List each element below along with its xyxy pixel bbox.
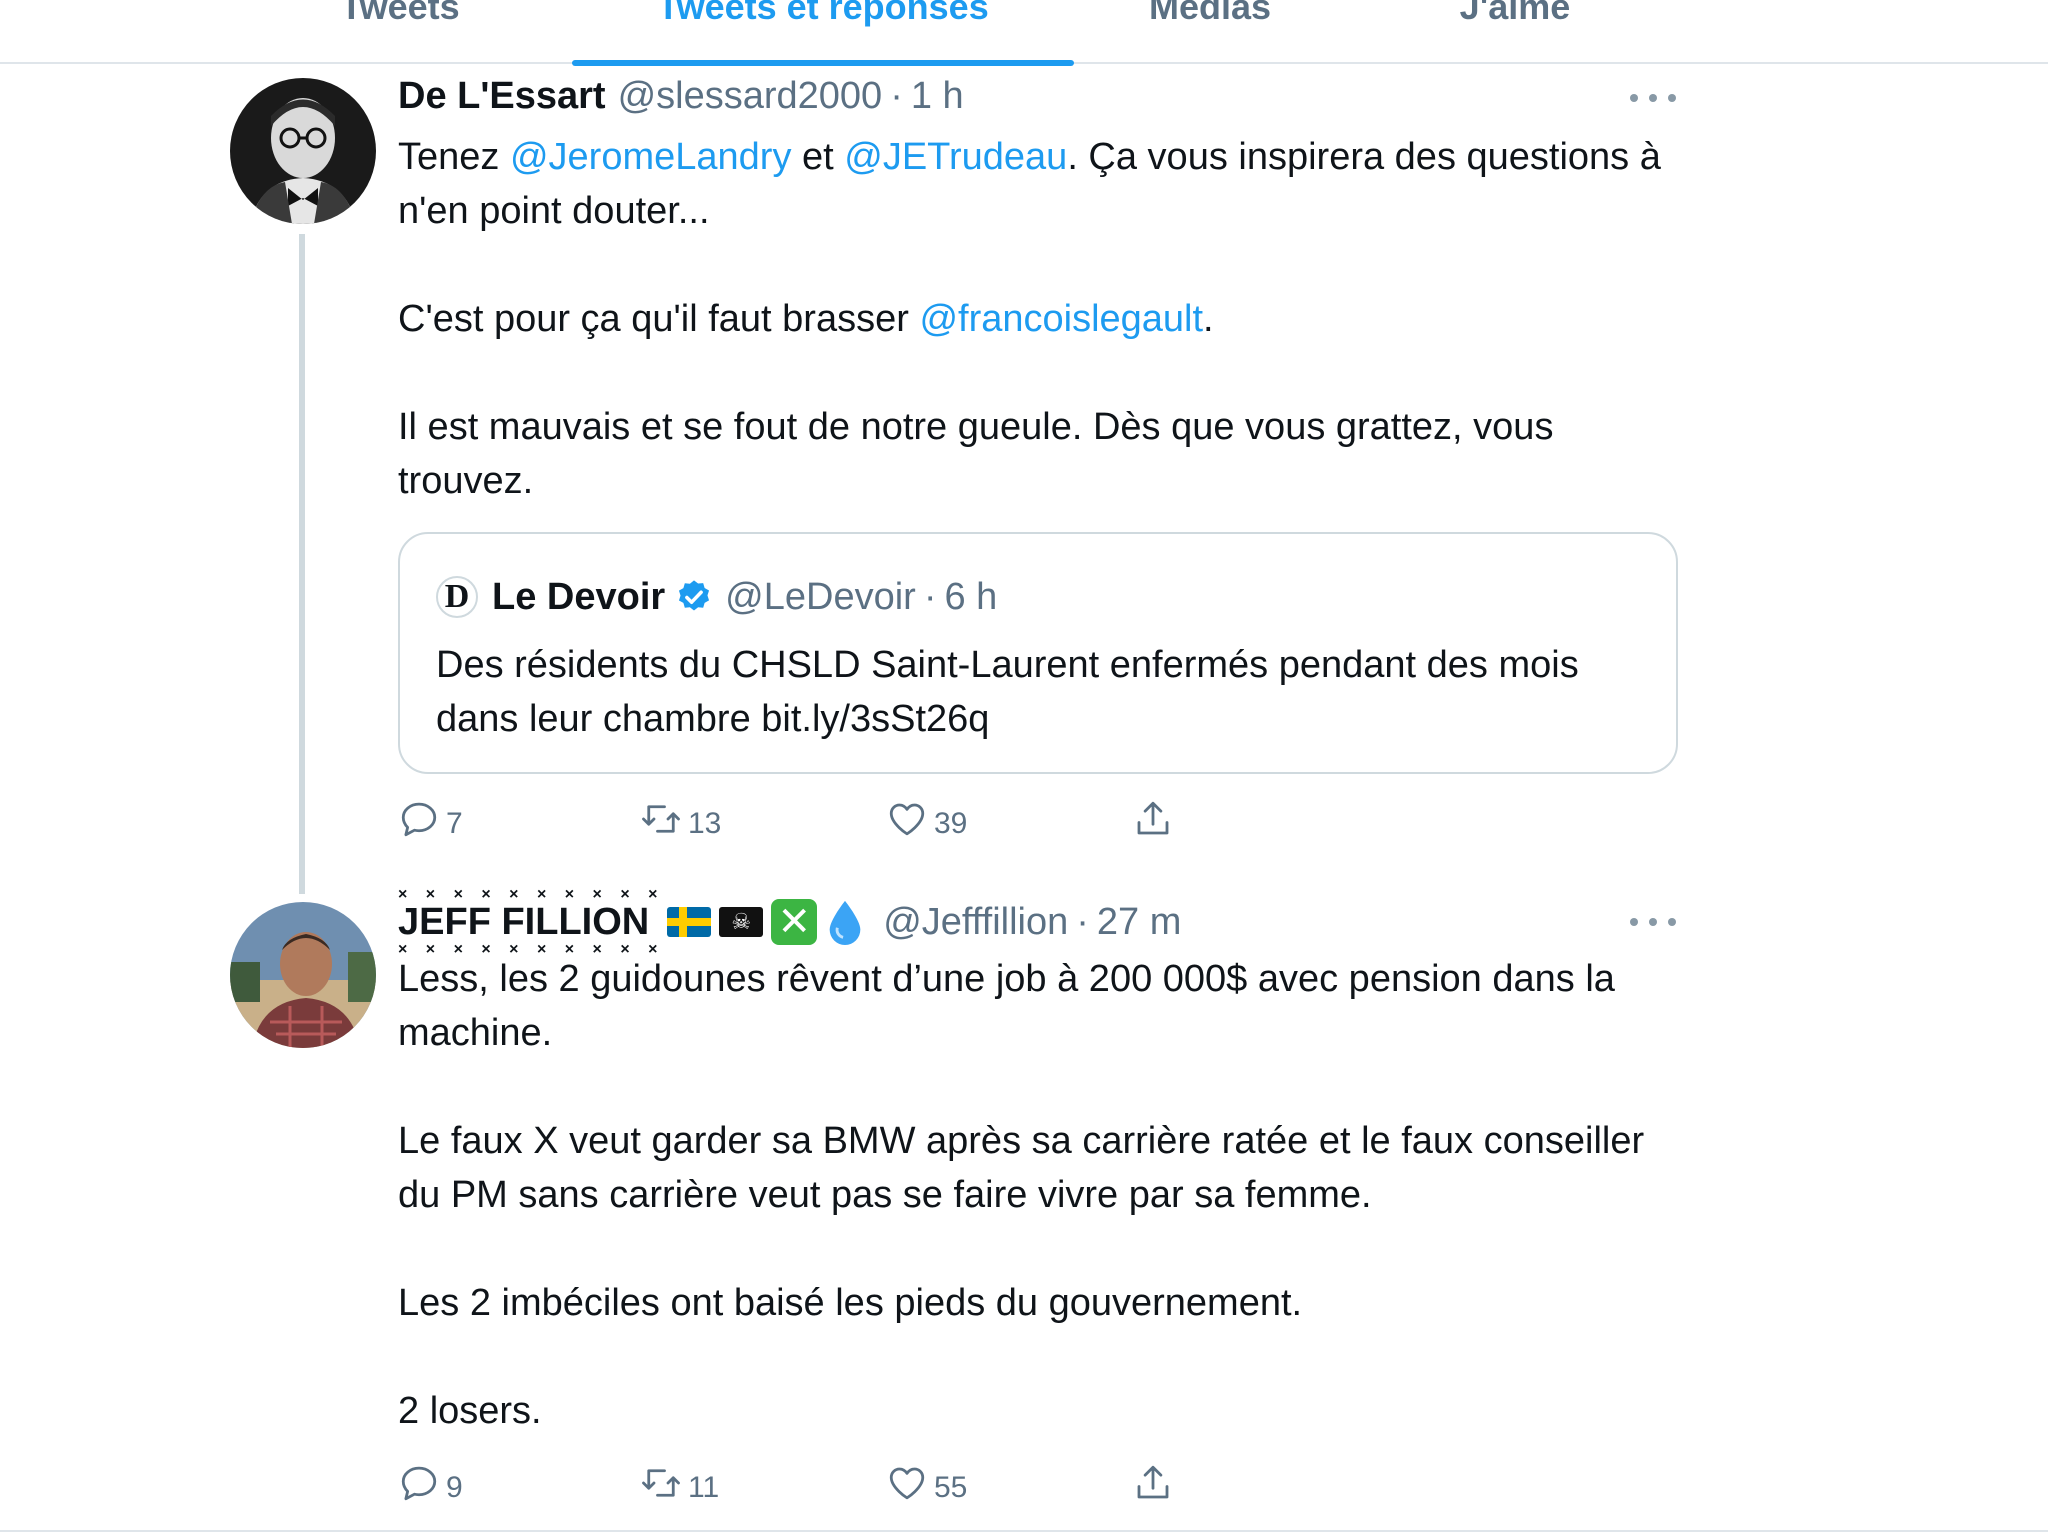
quoted-author-handle: @LeDevoir bbox=[725, 575, 916, 618]
avatar[interactable] bbox=[230, 78, 376, 224]
tweet-paragraph: Il est mauvais et se fout de notre gueul… bbox=[398, 406, 1554, 502]
quoted-tweet-header: D Le Devoir @LeDevoir · 6 h bbox=[436, 570, 997, 624]
reply-count: 9 bbox=[446, 1471, 463, 1504]
author-handle[interactable]: @Jefffillion bbox=[883, 901, 1068, 944]
reply-icon bbox=[401, 802, 437, 837]
heart-icon bbox=[889, 1467, 925, 1500]
mention-link[interactable]: @francoislegault bbox=[919, 298, 1203, 340]
cross-mark-button-icon: ✕ bbox=[771, 899, 818, 945]
heart-icon bbox=[889, 803, 925, 836]
le-devoir-logo-icon: D bbox=[436, 576, 478, 618]
share-icon bbox=[1137, 1465, 1169, 1499]
pirate-flag-icon: ☠ bbox=[719, 907, 764, 937]
author-name[interactable]: × × × × × × × × × × JEFF FILLION × × × ×… bbox=[398, 886, 657, 957]
quoted-author-name: Le Devoir bbox=[492, 575, 666, 618]
mention-link[interactable]: @JeromeLandry bbox=[510, 136, 791, 178]
droplet-icon bbox=[825, 899, 865, 945]
separator: · bbox=[1076, 900, 1089, 943]
reply-button[interactable]: 7 bbox=[398, 794, 463, 844]
reply-button[interactable]: 9 bbox=[398, 1458, 463, 1508]
like-count: 39 bbox=[934, 807, 968, 840]
tweet-paragraph: Tenez @JeromeLandry et @JETrudeau. Ça vo… bbox=[398, 136, 1661, 232]
like-count: 55 bbox=[934, 1471, 968, 1504]
quoted-tweet-text: Des résidents du CHSLD Saint-Laurent enf… bbox=[436, 644, 1579, 740]
more-options-icon[interactable] bbox=[1630, 83, 1676, 113]
avatar-portrait-image bbox=[230, 78, 376, 224]
bottom-divider bbox=[0, 1530, 2048, 1532]
quoted-timestamp: 6 h bbox=[944, 575, 998, 618]
mention-link[interactable]: @JETrudeau bbox=[844, 136, 1067, 178]
like-button[interactable]: 39 bbox=[886, 794, 967, 844]
timestamp[interactable]: 27 m bbox=[1097, 901, 1181, 944]
separator: · bbox=[890, 74, 903, 117]
like-button[interactable]: 55 bbox=[886, 1458, 967, 1508]
tweet-paragraph: Les 2 imbéciles ont baisé les pieds du g… bbox=[398, 1282, 1303, 1324]
share-icon bbox=[1137, 801, 1169, 835]
retweet-count: 13 bbox=[688, 807, 722, 840]
tweet-paragraph: Le faux X veut garder sa BMW après sa ca… bbox=[398, 1120, 1645, 1216]
tweet-paragraph: C'est pour ça qu'il faut brasser @franco… bbox=[398, 298, 1214, 340]
author-handle[interactable]: @slessard2000 bbox=[618, 75, 883, 118]
retweet-icon bbox=[642, 805, 680, 833]
verified-badge-icon bbox=[679, 580, 710, 611]
thread-connector bbox=[299, 234, 305, 894]
sweden-flag-icon bbox=[667, 907, 712, 937]
avatar-photo-image bbox=[230, 902, 376, 1048]
tweet-header: De L'Essart @slessard2000 · 1 h bbox=[398, 68, 964, 124]
profile-timeline: Tweets Tweets et réponses Médias J'aime bbox=[0, 0, 2048, 1536]
tweet[interactable]: × × × × × × × × × × JEFF FILLION × × × ×… bbox=[0, 880, 2048, 1536]
tweet-actions: 7 13 39 bbox=[398, 794, 1298, 844]
tweet-actions: 9 11 55 bbox=[398, 1458, 1298, 1508]
quoted-tweet-card[interactable]: D Le Devoir @LeDevoir · 6 h Des résident… bbox=[398, 532, 1678, 774]
tweet-paragraph: Less, les 2 guidounes rêvent d’une job à… bbox=[398, 958, 1615, 1054]
reply-icon bbox=[401, 1466, 437, 1501]
tweet-header: × × × × × × × × × × JEFF FILLION × × × ×… bbox=[398, 886, 1181, 957]
tweet[interactable]: De L'Essart @slessard2000 · 1 h Tenez @J… bbox=[0, 0, 2048, 894]
retweet-count: 11 bbox=[688, 1471, 720, 1504]
author-name[interactable]: De L'Essart bbox=[398, 75, 606, 118]
name-decoration: × × × × × × × × × × bbox=[398, 885, 665, 903]
share-button[interactable] bbox=[1132, 794, 1174, 844]
retweet-button[interactable]: 11 bbox=[640, 1458, 719, 1508]
avatar[interactable] bbox=[230, 902, 376, 1048]
reply-count: 7 bbox=[446, 807, 463, 840]
timestamp[interactable]: 1 h bbox=[911, 75, 964, 118]
tweet-paragraph: 2 losers. bbox=[398, 1390, 542, 1432]
separator: · bbox=[923, 575, 937, 618]
more-options-icon[interactable] bbox=[1630, 907, 1676, 937]
retweet-button[interactable]: 13 bbox=[640, 794, 721, 844]
tweet-text: Tenez @JeromeLandry et @JETrudeau. Ça vo… bbox=[398, 130, 1688, 508]
share-button[interactable] bbox=[1132, 1458, 1174, 1508]
retweet-icon bbox=[642, 1469, 680, 1497]
tweet-text: Less, les 2 guidounes rêvent d’une job à… bbox=[398, 952, 1688, 1438]
